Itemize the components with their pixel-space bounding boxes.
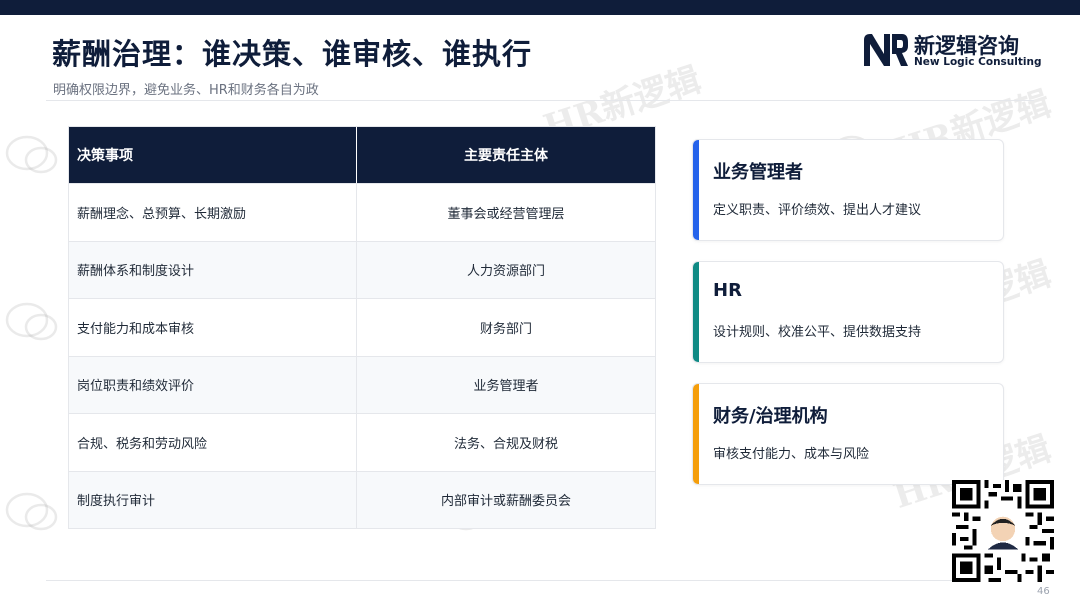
- table-cell-owner: 董事会或经营管理层: [447, 206, 565, 222]
- card-text: 审核支付能力、成本与风险: [713, 447, 870, 462]
- table-cell-owner: 财务部门: [479, 321, 532, 337]
- footer-divider: [46, 580, 1034, 581]
- table-cell-decision: 薪酬理念、总预算、长期激励: [69, 184, 357, 241]
- card-text: 定义职责、评价绩效、提出人才建议: [713, 203, 922, 218]
- role-card-business-manager: 业务管理者 定义职责、评价绩效、提出人才建议: [692, 139, 1004, 241]
- wechat-watermark-icon: [5, 135, 58, 174]
- table-row: 制度执行审计 内部审计或薪酬委员会: [69, 470, 655, 528]
- qr-code-icon: [952, 480, 1054, 582]
- table-body: 薪酬理念、总预算、长期激励 董事会或经营管理层 薪酬体系和制度设计 人力资源部门…: [69, 183, 655, 528]
- company-logo: 新逻辑咨询 New Logic Consulting: [862, 30, 1042, 70]
- governance-table: 决策事项 主要责任主体 薪酬理念、总预算、长期激励 董事会或经营管理层 薪酬体系…: [68, 126, 656, 529]
- card-title: 业务管理者: [713, 162, 803, 183]
- table-cell-owner: 业务管理者: [473, 379, 539, 395]
- table-header-decision: 决策事项: [69, 127, 357, 183]
- card-title: 财务/治理机构: [713, 406, 828, 427]
- table-cell-decision: 岗位职责和绩效评价: [69, 356, 357, 413]
- page-title: 薪酬治理：谁决策、谁审核、谁执行: [52, 37, 533, 71]
- role-card-finance-governance: 财务/治理机构 审核支付能力、成本与风险: [692, 383, 1004, 485]
- page-subtitle: 明确权限边界，避免业务、HR和财务各自为政: [53, 83, 319, 98]
- table-row: 支付能力和成本审核 财务部门: [69, 298, 655, 356]
- table-header-row: 决策事项 主要责任主体: [69, 127, 655, 183]
- table-cell-decision: 薪酬体系和制度设计: [69, 241, 357, 298]
- table-cell-decision: 制度执行审计: [69, 471, 357, 528]
- card-accent-bar: [693, 140, 699, 240]
- table-cell-decision: 合规、税务和劳动风险: [69, 414, 357, 471]
- card-text: 设计规则、校准公平、提供数据支持: [713, 325, 922, 340]
- wechat-watermark-icon: [5, 302, 58, 341]
- header-divider: [46, 100, 1034, 101]
- table-cell-owner: 人力资源部门: [466, 264, 545, 280]
- table-row: 岗位职责和绩效评价 业务管理者: [69, 355, 655, 413]
- wechat-watermark-icon: [5, 492, 58, 531]
- top-bar: [0, 0, 1080, 15]
- card-accent-bar: [693, 262, 699, 362]
- table-cell-decision: 支付能力和成本审核: [69, 299, 357, 356]
- table-row: 薪酬理念、总预算、长期激励 董事会或经营管理层: [69, 183, 655, 241]
- table-row: 薪酬体系和制度设计 人力资源部门: [69, 240, 655, 298]
- card-accent-bar: [693, 384, 699, 484]
- page-number: 46: [1037, 586, 1050, 597]
- table-row: 合规、税务和劳动风险 法务、合规及财税: [69, 413, 655, 471]
- card-title: HR: [713, 280, 742, 301]
- table-cell-owner: 内部审计或薪酬委员会: [440, 494, 571, 510]
- table-header-owner: 主要责任主体: [464, 148, 548, 164]
- table-cell-owner: 法务、合规及财税: [453, 436, 558, 452]
- nl-logo-icon: [864, 34, 908, 66]
- logo-name-en: New Logic Consulting: [914, 56, 1042, 68]
- role-card-hr: HR 设计规则、校准公平、提供数据支持: [692, 261, 1004, 363]
